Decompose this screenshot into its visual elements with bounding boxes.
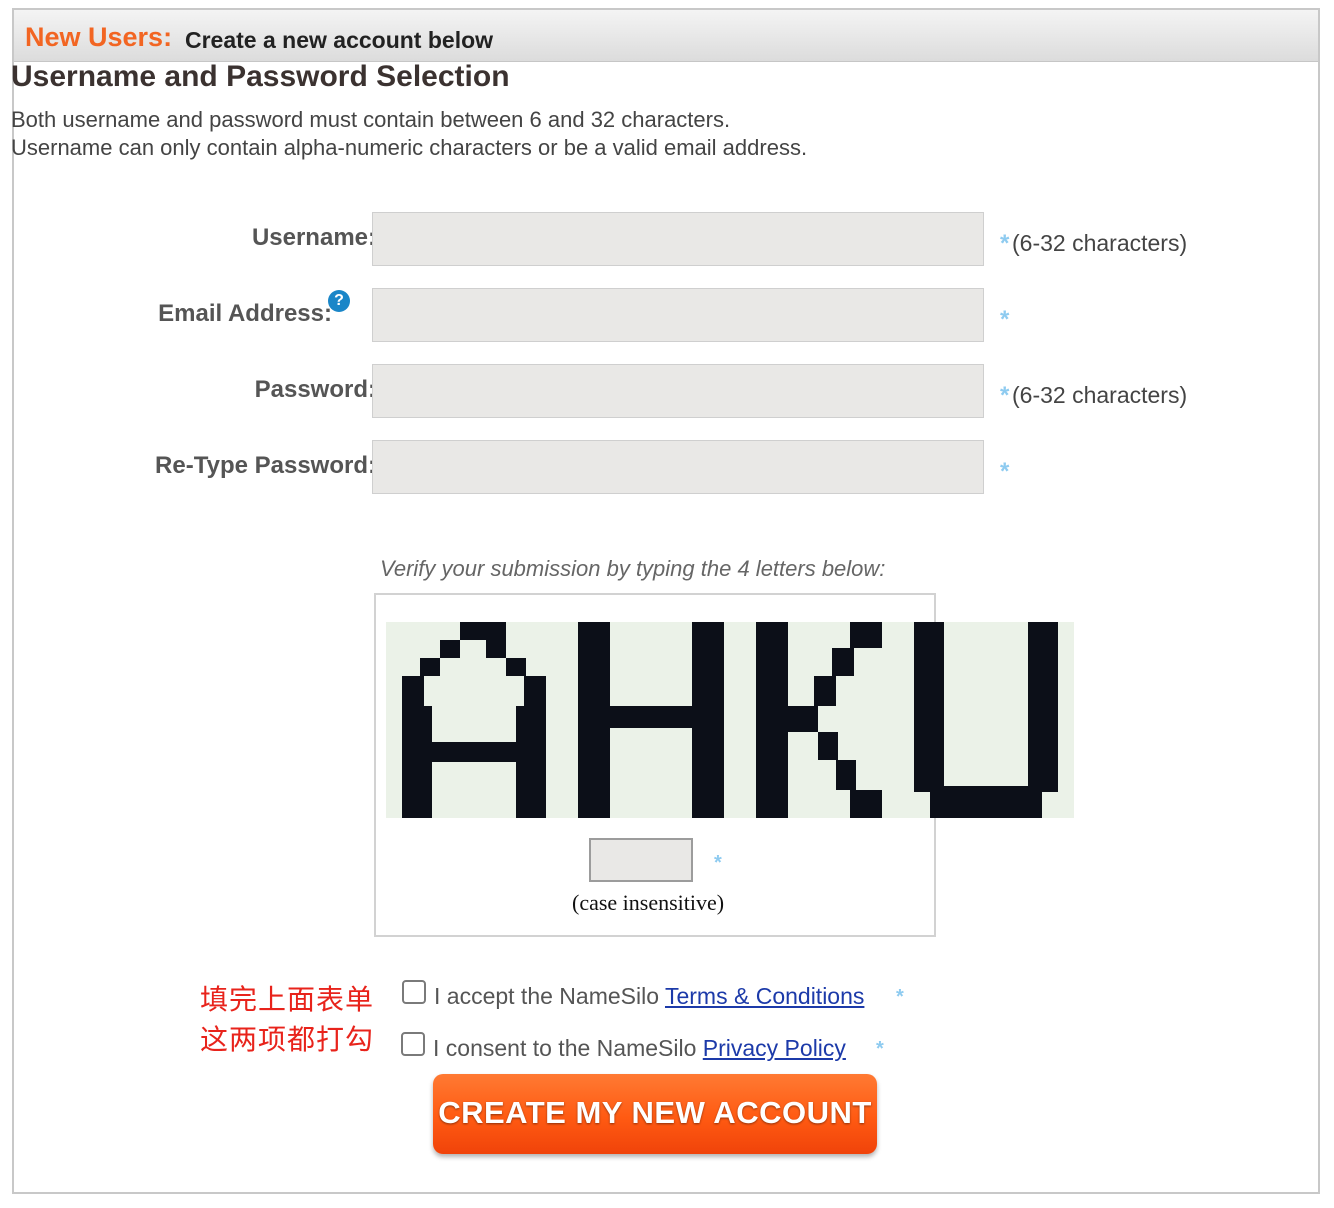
section-title: Username and Password Selection <box>11 60 510 93</box>
terms-agreement: I accept the NameSilo Terms & Conditions <box>434 983 864 1010</box>
header-subtitle: Create a new account below <box>185 27 494 53</box>
terms-required-icon: * <box>896 986 904 1008</box>
section-description-format: Username can only contain alpha-numeric … <box>11 135 808 160</box>
terms-link[interactable]: Terms & Conditions <box>665 983 864 1009</box>
privacy-prefix: I consent to the NameSilo <box>433 1035 703 1061</box>
terms-checkbox[interactable] <box>402 980 426 1004</box>
create-account-button[interactable]: CREATE MY NEW ACCOUNT <box>433 1074 877 1154</box>
email-input[interactable] <box>372 288 984 342</box>
privacy-agreement: I consent to the NameSilo Privacy Policy <box>433 1035 846 1062</box>
username-label: Username: <box>251 224 376 251</box>
header-title: New Users: <box>25 22 173 52</box>
terms-prefix: I accept the NameSilo <box>434 983 665 1009</box>
privacy-required-icon: * <box>876 1038 884 1060</box>
captcha-required-icon: * <box>714 852 722 874</box>
help-icon[interactable]: ? <box>328 290 350 312</box>
retype-required-icon: * <box>1000 458 1010 485</box>
retype-password-label: Re-Type Password: <box>155 452 376 479</box>
captcha-case-note: (case insensitive) <box>572 890 725 915</box>
privacy-link[interactable]: Privacy Policy <box>703 1035 846 1061</box>
password-required-icon: * <box>1000 382 1010 409</box>
password-hint: (6-32 characters) <box>1012 382 1188 408</box>
password-input[interactable] <box>372 364 984 418</box>
privacy-checkbox[interactable] <box>401 1032 425 1056</box>
section-description-length: Both username and password must contain … <box>11 107 731 132</box>
username-required-icon: * <box>1000 230 1010 257</box>
captcha-instruction: Verify your submission by typing the 4 l… <box>380 556 886 581</box>
panel-header: New Users: Create a new account below <box>14 10 1318 62</box>
email-label: Email Address: <box>158 300 332 327</box>
username-input[interactable] <box>372 212 984 266</box>
username-hint: (6-32 characters) <box>1012 230 1188 256</box>
retype-password-input[interactable] <box>372 440 984 494</box>
captcha-image <box>386 622 1074 818</box>
password-label: Password: <box>254 376 376 403</box>
annotation-line-1: 填完上面表单 <box>200 984 375 1015</box>
annotation-line-2: 这两项都打勾 <box>200 1024 375 1055</box>
captcha-input[interactable] <box>589 838 693 882</box>
email-required-icon: * <box>1000 306 1010 333</box>
